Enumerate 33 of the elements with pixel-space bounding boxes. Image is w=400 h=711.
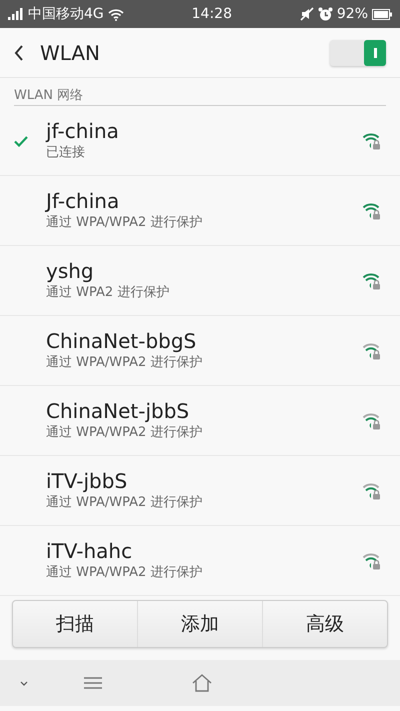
wifi-icon	[108, 8, 124, 20]
network-name[interactable]: jf-china	[46, 118, 362, 143]
cell-signal-icon	[8, 8, 24, 20]
knob-grip-icon	[374, 48, 376, 58]
carrier-name: 中国移动4G	[28, 4, 104, 24]
action-button[interactable]: 添加	[137, 601, 262, 647]
action-button[interactable]: 高级	[262, 601, 387, 647]
battery-icon	[372, 8, 392, 20]
wlan-toggle[interactable]	[330, 40, 386, 66]
network-status: 通过 WPA/WPA2 进行保护	[46, 494, 204, 512]
menu-icon[interactable]	[84, 677, 102, 689]
network-name[interactable]: ChinaNet-bbgS	[46, 328, 362, 353]
network-status: 已连接	[46, 144, 86, 162]
alarm-icon	[318, 6, 333, 22]
page-title: WLAN	[40, 40, 100, 66]
home-icon[interactable]	[192, 674, 212, 692]
battery-percent: 92%	[336, 4, 368, 24]
network-name[interactable]: iTV-hahc	[46, 538, 362, 563]
section-title: WLAN 网络	[14, 88, 84, 103]
chevron-down-icon[interactable]	[20, 680, 28, 686]
network-name[interactable]: ChinaNet-jbbS	[46, 398, 362, 423]
action-button[interactable]: 扫描	[13, 601, 137, 647]
network-status: 通过 WPA/WPA2 进行保护	[46, 564, 204, 582]
network-name[interactable]: iTV-jbbS	[46, 468, 362, 493]
network-status: 通过 WPA/WPA2 进行保护	[46, 424, 204, 442]
back-icon[interactable]	[14, 44, 24, 60]
network-status: 通过 WPA/WPA2 进行保护	[46, 354, 204, 372]
network-status: 通过 WPA/WPA2 进行保护	[46, 214, 204, 232]
network-name[interactable]: Jf-china	[46, 188, 362, 213]
network-status: 通过 WPA2 进行保护	[46, 284, 170, 302]
clock-time: 14:28	[192, 4, 232, 24]
network-name[interactable]: yshg	[46, 258, 362, 283]
mute-icon	[300, 7, 314, 21]
